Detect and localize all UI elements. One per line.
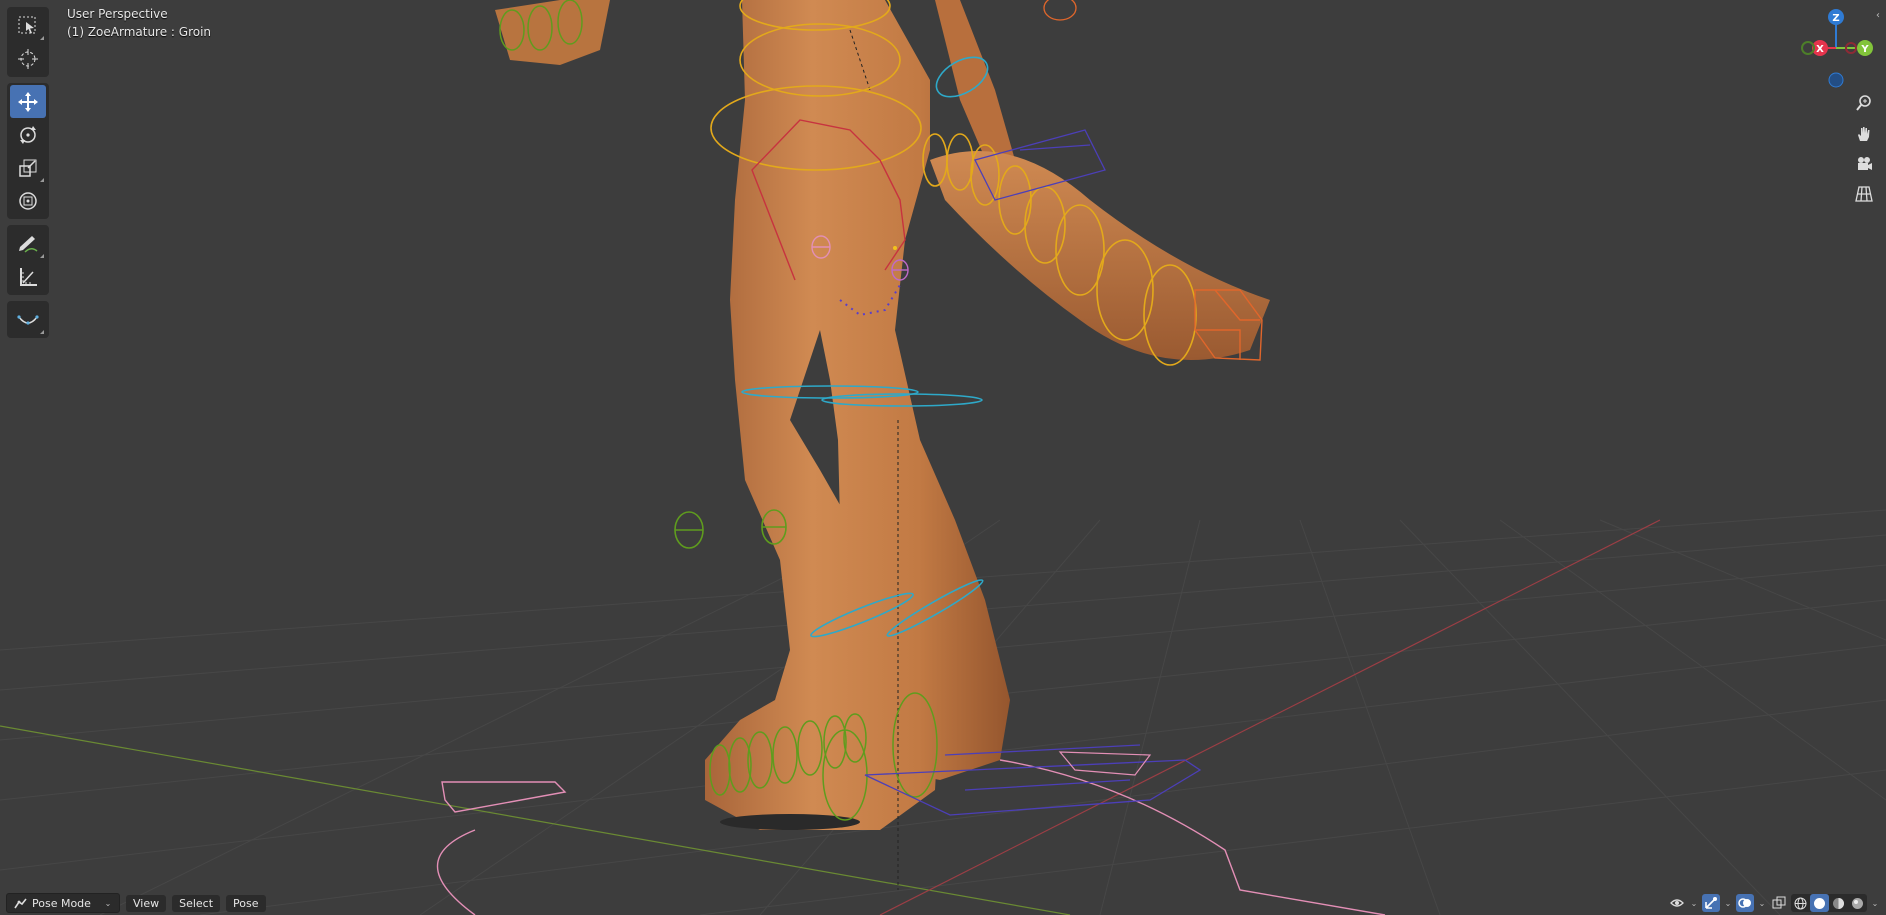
navigation-gizmo[interactable]: Z Y X [1796,8,1876,94]
z-axis-label: Z [1832,13,1839,24]
character-body [495,0,1270,830]
menu-view[interactable]: View [126,894,167,912]
head-control [1043,0,1077,21]
measure-icon [20,267,37,286]
xray-icon [1772,896,1786,909]
scale-icon [19,159,37,177]
zoom-icon [1856,95,1871,111]
menu-select[interactable]: Select [172,894,221,912]
y-axis-label: Y [1860,44,1869,55]
view-name-label: User Perspective [67,7,168,21]
gizmo-icon [1705,897,1717,909]
x-axis-label: X [1816,44,1824,55]
move-icon [18,91,38,112]
select-box-icon [18,16,36,34]
overlays-icon [1738,898,1751,908]
pose-mode-icon [14,898,27,909]
pan-button[interactable] [1849,120,1879,148]
camera-icon [1858,157,1872,170]
wireframe-shading-button[interactable] [1791,894,1810,912]
overlay-toggle-button[interactable] [1736,894,1754,912]
sidebar-toggle-icon[interactable]: ‹ [1876,10,1880,21]
menu-pose[interactable]: Pose [226,894,266,912]
tool-group-annotate [7,225,49,295]
tool-group-transform [7,83,49,219]
rendered-shading-button[interactable] [1848,894,1867,912]
annotate-tool[interactable] [10,227,46,260]
cursor-icon [18,48,38,69]
move-tool[interactable] [10,85,46,118]
viewport-scene [0,0,1886,915]
ortho-grid-icon [1855,186,1873,202]
transform-tool[interactable] [10,184,46,217]
neg-z-axis-handle[interactable] [1828,72,1844,88]
3d-viewport[interactable] [0,0,1886,915]
chevron-down-icon: ⌄ [104,898,112,908]
rotate-icon [20,125,36,144]
pivot-point [893,246,897,250]
chevron-down-icon[interactable]: ⌄ [1870,899,1880,908]
solid-sphere-icon [1814,897,1825,909]
camera-view-button[interactable] [1849,150,1879,178]
visibility-button[interactable] [1668,894,1686,912]
measure-tool[interactable] [10,260,46,293]
tool-group-pose [7,301,49,338]
axis-gizmo: Z Y X [1801,9,1873,88]
eye-icon [1670,899,1684,907]
shading-mode-group [1791,894,1867,912]
mode-selector-dropdown[interactable]: Pose Mode ⌄ [6,893,120,913]
rendered-sphere-icon [1852,897,1863,909]
tool-group-select [7,7,49,77]
chevron-down-icon[interactable]: ⌄ [1723,899,1733,908]
wireframe-sphere-icon [1794,897,1807,909]
relax-tool[interactable] [10,303,46,336]
ortho-toggle-button[interactable] [1849,180,1879,208]
zoom-button[interactable] [1849,89,1879,117]
material-sphere-icon [1833,897,1844,909]
tool-shelf [7,7,49,344]
mode-label: Pose Mode [32,896,91,910]
chevron-down-icon[interactable]: ⌄ [1689,899,1699,908]
viewport-header-left: Pose Mode ⌄ View Select Pose [6,893,266,913]
transform-icon [19,191,37,210]
pan-hand-icon [1858,127,1870,141]
select-box-tool[interactable] [10,9,46,42]
xray-toggle-button[interactable] [1770,894,1788,912]
material-shading-button[interactable] [1829,894,1848,912]
rotate-tool[interactable] [10,118,46,151]
relax-icon [17,314,39,325]
annotate-icon [19,235,38,253]
solid-shading-button[interactable] [1810,894,1829,912]
chevron-down-icon[interactable]: ⌄ [1757,899,1767,908]
scale-tool[interactable] [10,151,46,184]
gizmo-toggle-button[interactable] [1702,894,1720,912]
cursor-tool[interactable] [10,42,46,75]
active-object-label: (1) ZoeArmature : Groin [67,25,212,39]
viewport-header-right: ⌄ ⌄ ⌄ ⌄ [1668,893,1880,913]
